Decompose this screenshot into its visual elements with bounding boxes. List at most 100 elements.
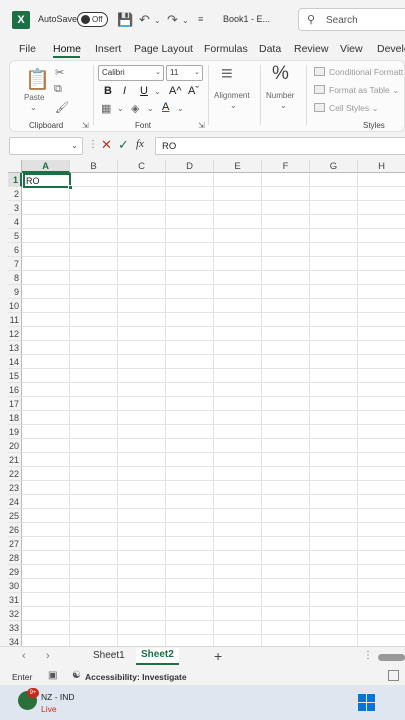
row-header-33[interactable]: 33 <box>8 621 22 635</box>
number-label[interactable]: Number <box>266 91 294 100</box>
paste-dropdown-icon[interactable]: ⌄ <box>30 103 37 112</box>
font-color-dropdown-icon[interactable]: ⌄ <box>177 104 184 113</box>
copy-icon[interactable]: ⧉ <box>54 83 62 96</box>
tab-developer[interactable]: Develo <box>377 43 405 55</box>
underline-button[interactable]: U <box>140 85 148 97</box>
decrease-font-button[interactable]: Aˇ <box>188 85 199 97</box>
sheet-tab-sheet2[interactable]: Sheet2 <box>136 648 179 665</box>
cancel-entry-icon[interactable]: ✕ <box>101 137 112 153</box>
font-color-button[interactable]: A <box>162 101 169 113</box>
spreadsheet-grid[interactable]: ABCDEFGH 1 2 3 4 5 6 7 8 9 10 11 12 13 14 15 16 17 18 19 20… <box>8 160 405 648</box>
search-box[interactable]: ⚲ Search <box>298 8 405 31</box>
insert-function-button[interactable]: fx <box>136 138 144 150</box>
undo-icon[interactable]: ↶ <box>139 12 150 28</box>
accessibility-status[interactable]: Accessibility: Investigate <box>85 672 187 682</box>
undo-dropdown-icon[interactable]: ⌄ <box>154 16 161 25</box>
row-header-6[interactable]: 6 <box>8 243 22 257</box>
bold-button[interactable]: B <box>104 85 112 97</box>
column-header-d[interactable]: D <box>166 160 214 173</box>
row-header-8[interactable]: 8 <box>8 271 22 285</box>
save-icon[interactable]: 💾 <box>117 12 133 28</box>
row-header-26[interactable]: 26 <box>8 523 22 537</box>
paste-icon[interactable]: 📋 <box>25 67 50 92</box>
row-header-22[interactable]: 22 <box>8 467 22 481</box>
row-header-24[interactable]: 24 <box>8 495 22 509</box>
row-header-27[interactable]: 27 <box>8 537 22 551</box>
more-options-icon[interactable]: ⋮ <box>88 139 98 150</box>
conditional-formatting-button[interactable]: Conditional Formatt <box>314 67 403 77</box>
redo-icon[interactable]: ↷ <box>167 12 178 28</box>
increase-font-button[interactable]: A^ <box>169 85 182 97</box>
tab-view[interactable]: View <box>340 43 363 55</box>
format-painter-icon[interactable]: 🖌 <box>55 101 69 114</box>
column-header-f[interactable]: F <box>262 160 310 173</box>
borders-icon[interactable]: ▦ <box>101 102 111 115</box>
name-box[interactable]: ⌄ <box>9 137 83 155</box>
row-header-15[interactable]: 15 <box>8 369 22 383</box>
row-header-17[interactable]: 17 <box>8 397 22 411</box>
number-format-icon[interactable]: % <box>272 63 289 85</box>
row-header-9[interactable]: 9 <box>8 285 22 299</box>
row-header-32[interactable]: 32 <box>8 607 22 621</box>
row-header-21[interactable]: 21 <box>8 453 22 467</box>
tab-page-layout[interactable]: Page Layout <box>134 43 193 55</box>
tab-insert[interactable]: Insert <box>95 43 121 55</box>
row-header-4[interactable]: 4 <box>8 215 22 229</box>
customize-toolbar-icon[interactable]: ≡ <box>198 14 203 24</box>
row-header-12[interactable]: 12 <box>8 327 22 341</box>
cut-icon[interactable]: ✂ <box>55 66 64 79</box>
redo-dropdown-icon[interactable]: ⌄ <box>182 16 189 25</box>
row-header-2[interactable]: 2 <box>8 187 22 201</box>
next-sheet-icon[interactable]: › <box>46 650 50 662</box>
row-header-19[interactable]: 19 <box>8 425 22 439</box>
news-widget-status[interactable]: Live <box>41 704 57 714</box>
alignment-dropdown-icon[interactable]: ⌄ <box>230 101 237 110</box>
windows-start-icon[interactable] <box>358 694 375 711</box>
row-header-14[interactable]: 14 <box>8 355 22 369</box>
underline-dropdown-icon[interactable]: ⌄ <box>154 87 161 96</box>
row-header-29[interactable]: 29 <box>8 565 22 579</box>
row-header-20[interactable]: 20 <box>8 439 22 453</box>
sheet-tab-sheet1[interactable]: Sheet1 <box>93 650 125 661</box>
autosave-toggle[interactable]: Off <box>77 12 108 27</box>
font-size-select[interactable]: 11 ⌄ <box>166 65 203 81</box>
fill-dropdown-icon[interactable]: ⌄ <box>147 104 154 113</box>
column-header-a[interactable]: A <box>22 160 70 173</box>
row-header-23[interactable]: 23 <box>8 481 22 495</box>
tab-review[interactable]: Review <box>294 43 328 55</box>
tab-formulas[interactable]: Formulas <box>204 43 248 55</box>
clipboard-launcher-icon[interactable]: ⇲ <box>82 121 89 130</box>
font-family-select[interactable]: Calibri ⌄ <box>98 65 164 81</box>
news-widget-title[interactable]: NZ - IND <box>41 692 75 702</box>
row-header-31[interactable]: 31 <box>8 593 22 607</box>
italic-button[interactable]: I <box>123 85 126 97</box>
alignment-icon[interactable]: ≡ <box>221 63 233 86</box>
format-as-table-button[interactable]: Format as Table ⌄ <box>314 85 399 96</box>
horizontal-scrollbar[interactable] <box>378 654 405 661</box>
number-dropdown-icon[interactable]: ⌄ <box>280 101 287 110</box>
row-header-1[interactable]: 1 <box>8 173 22 187</box>
font-launcher-icon[interactable]: ⇲ <box>198 121 205 130</box>
row-header-7[interactable]: 7 <box>8 257 22 271</box>
select-all-corner[interactable] <box>8 160 22 173</box>
column-header-h[interactable]: H <box>358 160 405 173</box>
row-header-28[interactable]: 28 <box>8 551 22 565</box>
row-header-25[interactable]: 25 <box>8 509 22 523</box>
fill-color-icon[interactable]: ◈ <box>131 102 139 115</box>
tab-home[interactable]: Home <box>53 43 81 55</box>
row-header-11[interactable]: 11 <box>8 313 22 327</box>
more-options-icon[interactable]: ⋮ <box>363 650 373 661</box>
fill-handle[interactable] <box>68 185 73 190</box>
previous-sheet-icon[interactable]: ‹ <box>22 650 26 662</box>
accessibility-icon[interactable]: ☯ <box>72 670 81 681</box>
column-header-c[interactable]: C <box>118 160 166 173</box>
column-header-e[interactable]: E <box>214 160 262 173</box>
row-header-16[interactable]: 16 <box>8 383 22 397</box>
row-header-13[interactable]: 13 <box>8 341 22 355</box>
borders-dropdown-icon[interactable]: ⌄ <box>117 104 124 113</box>
tab-file[interactable]: File <box>19 43 36 55</box>
row-header-3[interactable]: 3 <box>8 201 22 215</box>
column-header-b[interactable]: B <box>70 160 118 173</box>
tab-data[interactable]: Data <box>259 43 281 55</box>
column-header-g[interactable]: G <box>310 160 358 173</box>
